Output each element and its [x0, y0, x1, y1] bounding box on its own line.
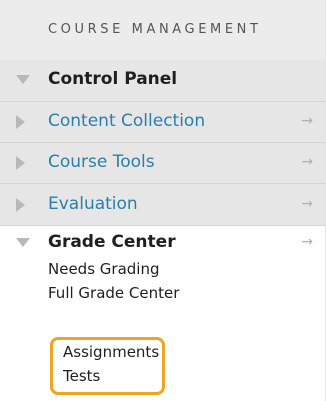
submenu-item-needs-grading[interactable]: Needs Grading: [48, 260, 159, 278]
arrow-right-icon[interactable]: →: [301, 196, 313, 212]
collapse-arrow-icon[interactable]: [16, 115, 25, 129]
section-header: COURSE MANAGEMENT: [0, 0, 325, 60]
menu-item-label[interactable]: Course Tools: [48, 152, 155, 172]
collapse-arrow-icon[interactable]: [16, 198, 25, 212]
expand-arrow-icon[interactable]: [16, 238, 30, 247]
menu-item-label[interactable]: Content Collection: [48, 111, 205, 131]
menu-item-control-panel[interactable]: Control Panel: [0, 60, 325, 102]
menu-item-label: Control Panel: [48, 69, 178, 89]
arrow-right-icon[interactable]: →: [301, 154, 313, 170]
expand-arrow-icon[interactable]: [16, 75, 30, 84]
submenu-item-assignments[interactable]: Assignments: [63, 343, 159, 361]
menu-item-label[interactable]: Evaluation: [48, 194, 138, 214]
collapse-arrow-icon[interactable]: [16, 156, 25, 170]
arrow-right-icon[interactable]: →: [301, 234, 313, 250]
menu-item-evaluation[interactable]: Evaluation →: [0, 184, 325, 226]
submenu-item-full-grade-center[interactable]: Full Grade Center: [48, 284, 179, 302]
arrow-right-icon[interactable]: →: [301, 113, 313, 129]
menu-item-content-collection[interactable]: Content Collection →: [0, 102, 325, 143]
submenu-item-tests[interactable]: Tests: [63, 367, 100, 385]
menu-item-label[interactable]: Grade Center: [48, 232, 176, 252]
menu-item-course-tools[interactable]: Course Tools →: [0, 143, 325, 184]
course-management-panel: COURSE MANAGEMENT Control Panel Content …: [0, 0, 326, 401]
section-title: COURSE MANAGEMENT: [48, 22, 262, 37]
